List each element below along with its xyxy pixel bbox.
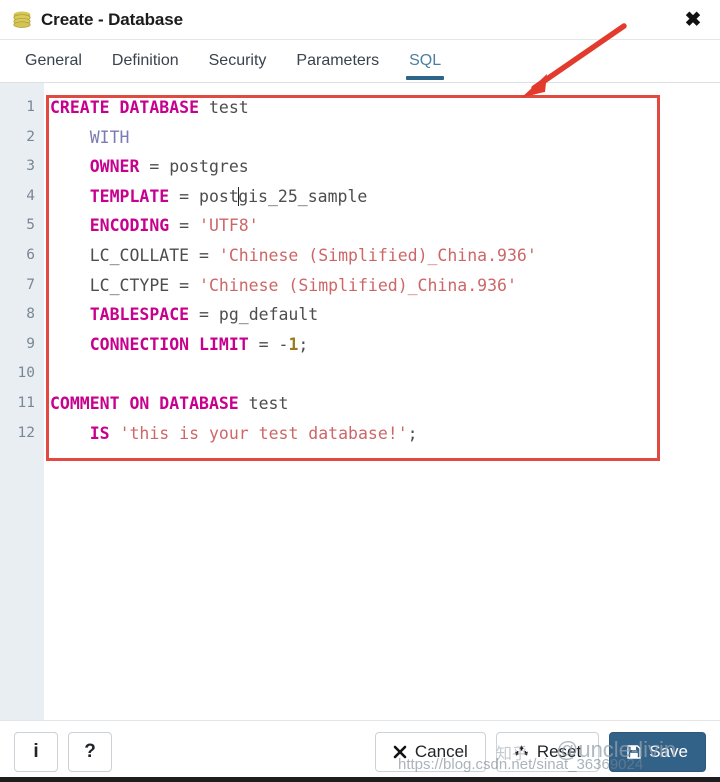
reset-button-label: Reset xyxy=(536,741,582,761)
reset-button[interactable]: Reset xyxy=(495,731,600,772)
cancel-button[interactable]: Cancel xyxy=(374,731,486,772)
code-line: TEMPLATE = postgis_25_sample xyxy=(44,182,720,212)
code-token-kw: OWNER xyxy=(89,157,140,177)
code-line: CREATE DATABASE test xyxy=(44,93,720,123)
code-token-plain: test xyxy=(199,98,249,117)
code-token-plain: ; xyxy=(298,334,309,354)
line-number: 10 xyxy=(17,365,35,382)
recycle-refresh-icon xyxy=(514,744,529,759)
cancel-button-label: Cancel xyxy=(414,741,468,761)
tab-general[interactable]: General xyxy=(10,40,97,82)
code-line: OWNER = postgres xyxy=(44,152,720,182)
line-number: 5 xyxy=(26,217,35,234)
code-line: COMMENT ON DATABASE test xyxy=(44,389,720,419)
code-token-str: 'Chinese (Simplified)_China.936' xyxy=(199,275,517,295)
floppy-save-icon xyxy=(627,744,641,759)
bottom-strip xyxy=(0,777,720,782)
sql-editor[interactable]: 1 2 3 4 5 6 7 8 9 10 11 12 CREATE DATABASE test WIT… xyxy=(0,83,720,720)
create-database-dialog: Create - Database ✖ General Definition Sec… xyxy=(0,0,720,782)
line-number: 11 xyxy=(17,394,35,411)
code-line: ENCODING = 'UTF8' xyxy=(44,211,720,241)
tab-sql[interactable]: SQL xyxy=(394,40,456,82)
title-group: Create - Database xyxy=(12,10,183,30)
tab-label: Parameters xyxy=(296,52,380,69)
save-button-label: Save xyxy=(649,741,688,761)
dialog-titlebar: Create - Database ✖ xyxy=(0,0,720,40)
tab-label: Security xyxy=(208,52,267,69)
code-token-plain: = xyxy=(169,216,200,236)
code-token-kw: IS xyxy=(89,423,110,443)
save-button[interactable]: Save xyxy=(609,731,706,772)
code-token-kw: ENCODING xyxy=(89,216,170,236)
code-token-kw: CREATE DATABASE xyxy=(50,98,200,117)
code-token-kw: CONNECTION LIMIT xyxy=(89,334,249,354)
help-button[interactable]: ? xyxy=(68,731,112,772)
code-token-kw2: WITH xyxy=(89,127,130,147)
line-number: 9 xyxy=(26,335,35,352)
code-token-plain: LC_COLLATE = xyxy=(50,245,219,265)
line-number: 12 xyxy=(17,424,35,441)
tab-parameters[interactable]: Parameters xyxy=(281,40,394,82)
code-line: WITH xyxy=(44,123,720,153)
code-line: CONNECTION LIMIT = -1; xyxy=(44,330,720,360)
tab-label: SQL xyxy=(409,52,442,69)
line-number: 7 xyxy=(26,276,35,293)
tab-bar: General Definition Security Parameters SQL xyxy=(0,40,720,83)
tab-security[interactable]: Security xyxy=(194,40,282,82)
code-token-str: 'Chinese (Simplified)_China.936' xyxy=(218,245,537,265)
code-token-str: 'UTF8' xyxy=(199,216,259,236)
code-token-kw: COMMENT ON DATABASE xyxy=(50,393,239,413)
close-icon[interactable]: ✖ xyxy=(680,7,706,33)
line-number: 6 xyxy=(26,246,35,263)
sql-code-area[interactable]: CREATE DATABASE test WITH OWNER = postgr… xyxy=(44,83,720,720)
close-x-icon xyxy=(393,745,407,759)
code-token-num: 1 xyxy=(288,334,299,354)
code-token-str: 'this is your test database!' xyxy=(119,423,408,443)
tab-label: General xyxy=(25,52,82,69)
line-number: 2 xyxy=(26,128,35,145)
line-number: 1 xyxy=(26,99,35,115)
code-token-plain: = postgres xyxy=(139,157,249,177)
code-token-plain: = post xyxy=(169,186,239,206)
dialog-title: Create - Database xyxy=(41,9,183,29)
tab-label: Definition xyxy=(111,52,179,69)
code-token-plain: = pg_default xyxy=(189,305,319,325)
code-token-plain: test xyxy=(238,393,289,413)
code-token-plain: LC_CTYPE = xyxy=(50,275,200,295)
line-number: 3 xyxy=(26,158,35,175)
code-token-kw: TABLESPACE xyxy=(89,305,190,325)
tab-definition[interactable]: Definition xyxy=(97,40,194,82)
code-token-kw: TEMPLATE xyxy=(89,186,170,206)
code-line: TABLESPACE = pg_default xyxy=(44,300,720,330)
dialog-footer: i ? Cancel Reset Save xyxy=(0,720,720,782)
code-line: LC_COLLATE = 'Chinese (Simplified)_China… xyxy=(44,241,720,271)
code-token-plain: ; xyxy=(407,423,418,443)
info-button[interactable]: i xyxy=(14,731,58,772)
code-line: LC_CTYPE = 'Chinese (Simplified)_China.9… xyxy=(44,271,720,301)
database-icon xyxy=(13,11,31,28)
line-number: 4 xyxy=(26,187,35,204)
code-line: IS 'this is your test database!'; xyxy=(44,419,720,449)
code-token-plain: = - xyxy=(248,334,289,354)
line-number: 8 xyxy=(26,306,35,323)
line-number-gutter: 1 2 3 4 5 6 7 8 9 10 11 12 xyxy=(0,83,44,720)
code-token-plain: gis_25_sample xyxy=(238,186,368,206)
